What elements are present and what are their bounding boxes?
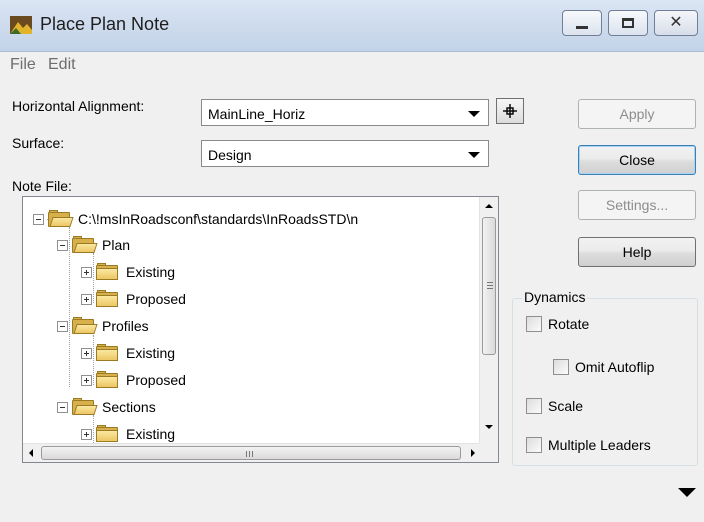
tree-horizontal-scrollbar[interactable] — [23, 443, 481, 462]
collapse-icon[interactable] — [57, 239, 68, 251]
tree-node-label: Sections — [102, 399, 156, 415]
menu-edit[interactable]: Edit — [48, 56, 76, 74]
folder-icon — [48, 210, 74, 228]
tree-node-plan-proposed[interactable]: Proposed — [81, 286, 186, 312]
folder-icon — [96, 344, 120, 362]
surface-value: Design — [208, 147, 252, 163]
scrollbar-corner — [479, 443, 498, 462]
pick-alignment-button[interactable] — [496, 98, 524, 124]
close-window-button[interactable]: ✕ — [654, 10, 698, 36]
tree-node-label: C:\!msInRoadsconf\standards\InRoadsSTD\n — [78, 211, 359, 227]
note-file-tree[interactable]: C:\!msInRoadsconf\standards\InRoadsSTD\n… — [22, 196, 499, 463]
omit-autoflip-label: Omit Autoflip — [575, 359, 655, 375]
tree-node-label: Proposed — [126, 372, 186, 388]
app-icon — [10, 16, 32, 34]
multiple-leaders-checkbox[interactable] — [526, 437, 542, 453]
scroll-up-arrow-icon[interactable] — [485, 204, 493, 208]
folder-icon — [96, 290, 120, 308]
horizontal-alignment-label: Horizontal Alignment: — [12, 98, 145, 114]
tree-node-plan-existing[interactable]: Existing — [81, 259, 175, 285]
tree-node-plan[interactable]: Plan — [57, 232, 130, 258]
folder-icon — [96, 425, 120, 443]
tree-node-profiles[interactable]: Profiles — [57, 313, 149, 339]
scroll-down-arrow-icon[interactable] — [485, 425, 493, 429]
tree-node-label: Existing — [126, 426, 176, 442]
tree-node-label: Profiles — [102, 318, 149, 334]
rotate-checkbox[interactable] — [526, 316, 542, 332]
scroll-left-arrow-icon[interactable] — [29, 449, 33, 457]
folder-icon — [72, 236, 98, 254]
pick-alignment-icon — [503, 104, 517, 118]
chevron-down-icon — [468, 111, 480, 117]
omit-autoflip-checkbox[interactable] — [553, 359, 569, 375]
tree-node-profiles-existing[interactable]: Existing — [81, 340, 175, 366]
collapse-icon[interactable] — [33, 213, 44, 225]
apply-button[interactable]: Apply — [578, 99, 696, 129]
rotate-label: Rotate — [548, 316, 590, 332]
tree-vertical-scrollbar[interactable] — [479, 197, 498, 443]
expand-icon[interactable] — [81, 347, 92, 359]
expand-icon[interactable] — [81, 266, 92, 278]
note-file-label: Note File: — [12, 178, 72, 194]
close-button[interactable]: Close — [578, 145, 696, 175]
scale-checkbox[interactable] — [526, 398, 542, 414]
horizontal-alignment-value: MainLine_Horiz — [208, 106, 306, 122]
window-title: Place Plan Note — [40, 14, 170, 34]
close-icon: ✕ — [669, 14, 683, 31]
multiple-leaders-label: Multiple Leaders — [548, 437, 651, 453]
title-bar[interactable]: Place Plan Note ✕ — [0, 0, 704, 52]
surface-select[interactable]: Design — [201, 140, 489, 167]
tree-node-label: Proposed — [126, 291, 186, 307]
menu-file[interactable]: File — [10, 56, 36, 74]
tree-node-root[interactable]: C:\!msInRoadsconf\standards\InRoadsSTD\n — [33, 206, 358, 232]
collapse-icon[interactable] — [57, 320, 68, 332]
tree-horizontal-scroll-thumb[interactable] — [41, 446, 461, 460]
help-button[interactable]: Help — [578, 237, 696, 267]
maximize-button[interactable] — [608, 10, 648, 36]
folder-icon — [72, 398, 98, 416]
tree-node-label: Existing — [126, 345, 176, 361]
scale-label: Scale — [548, 398, 584, 414]
maximize-icon — [622, 18, 634, 28]
expand-icon[interactable] — [81, 428, 92, 440]
tree-node-profiles-proposed[interactable]: Proposed — [81, 367, 186, 393]
folder-icon — [72, 317, 98, 335]
folder-icon — [96, 263, 120, 281]
minimize-button[interactable] — [562, 10, 602, 36]
tree-vertical-scroll-thumb[interactable] — [482, 217, 496, 355]
surface-label: Surface: — [12, 135, 65, 151]
settings-button[interactable]: Settings... — [578, 190, 696, 220]
dynamics-group-title: Dynamics — [522, 289, 588, 305]
tree-node-label: Existing — [126, 264, 176, 280]
folder-icon — [96, 371, 120, 389]
chevron-down-icon — [468, 152, 480, 158]
minimize-icon — [576, 25, 588, 29]
menu-bar: File Edit — [0, 52, 704, 78]
tree-node-label: Plan — [102, 237, 131, 253]
tree-node-sections[interactable]: Sections — [57, 394, 156, 420]
scroll-right-arrow-icon[interactable] — [471, 449, 475, 457]
expand-icon[interactable] — [81, 293, 92, 305]
horizontal-alignment-select[interactable]: MainLine_Horiz — [201, 99, 489, 126]
collapse-icon[interactable] — [57, 401, 68, 413]
collapse-dialog-icon[interactable] — [678, 488, 696, 497]
expand-icon[interactable] — [81, 374, 92, 386]
